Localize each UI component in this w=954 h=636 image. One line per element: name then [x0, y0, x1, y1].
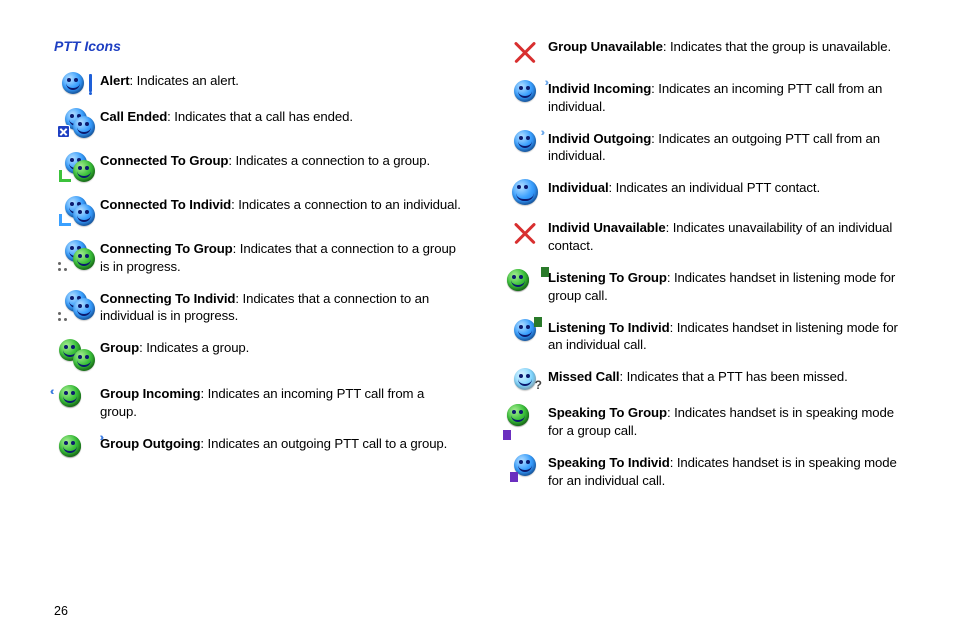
right-column: Group Unavailable: Indicates that the gr…: [502, 38, 910, 616]
item-text: Connected To Group: Indicates a connecti…: [100, 152, 430, 170]
section-heading: PTT Icons: [54, 38, 462, 54]
item-group-unavailable: Group Unavailable: Indicates that the gr…: [502, 38, 910, 66]
item-individ-incoming: ›› Individ Incoming: Indicates an incomi…: [502, 80, 910, 116]
individual-icon: [502, 179, 548, 205]
item-group-outgoing: ›› Group Outgoing: Indicates an outgoing…: [54, 435, 462, 467]
item-text: Alert: Indicates an alert.: [100, 72, 239, 90]
group-icon: [54, 339, 100, 371]
connected-individ-icon: [54, 196, 100, 226]
item-text: Speaking To Group: Indicates handset is …: [548, 404, 910, 440]
item-individual: Individual: Indicates an individual PTT …: [502, 179, 910, 205]
speaking-individ-icon: [502, 454, 548, 476]
item-connected-individ: Connected To Individ: Indicates a connec…: [54, 196, 462, 226]
item-text: Group: Indicates a group.: [100, 339, 249, 357]
item-listening-individ: Listening To Individ: Indicates handset …: [502, 319, 910, 355]
group-unavailable-icon: [502, 38, 548, 66]
item-text: Individual: Indicates an individual PTT …: [548, 179, 820, 197]
connecting-group-icon: [54, 240, 100, 270]
item-connecting-group: Connecting To Group: Indicates that a co…: [54, 240, 462, 276]
item-connected-group: Connected To Group: Indicates a connecti…: [54, 152, 462, 182]
item-text: Speaking To Individ: Indicates handset i…: [548, 454, 910, 490]
left-column: PTT Icons Alert: Indicates an alert. Cal…: [54, 38, 462, 616]
item-text: Missed Call: Indicates that a PTT has be…: [548, 368, 848, 386]
item-text: Group Unavailable: Indicates that the gr…: [548, 38, 891, 56]
speaking-group-icon: [502, 404, 548, 436]
group-outgoing-icon: ››: [54, 435, 100, 467]
item-alert: Alert: Indicates an alert.: [54, 72, 462, 94]
item-individ-outgoing: ›› Individ Outgoing: Indicates an outgoi…: [502, 130, 910, 166]
item-text: Listening To Group: Indicates handset in…: [548, 269, 910, 305]
item-text: Group Outgoing: Indicates an outgoing PT…: [100, 435, 447, 453]
listening-group-icon: [502, 269, 548, 301]
item-text: Connected To Individ: Indicates a connec…: [100, 196, 461, 214]
call-ended-icon: [54, 108, 100, 138]
group-incoming-icon: ››: [54, 385, 100, 417]
item-speaking-individ: Speaking To Individ: Indicates handset i…: [502, 454, 910, 490]
connecting-individ-icon: [54, 290, 100, 320]
individ-outgoing-icon: ››: [502, 130, 548, 152]
item-text: Group Incoming: Indicates an incoming PT…: [100, 385, 462, 421]
alert-icon: [54, 72, 100, 94]
item-text: Call Ended: Indicates that a call has en…: [100, 108, 353, 126]
item-speaking-group: Speaking To Group: Indicates handset is …: [502, 404, 910, 440]
page-number: 26: [54, 604, 68, 618]
item-connecting-individ: Connecting To Individ: Indicates that a …: [54, 290, 462, 326]
individ-incoming-icon: ››: [502, 80, 548, 102]
missed-call-icon: ?: [502, 368, 548, 390]
item-group-incoming: ›› Group Incoming: Indicates an incoming…: [54, 385, 462, 421]
connected-group-icon: [54, 152, 100, 182]
item-text: Individ Outgoing: Indicates an outgoing …: [548, 130, 910, 166]
individ-unavailable-icon: [502, 219, 548, 247]
item-individ-unavailable: Individ Unavailable: Indicates unavailab…: [502, 219, 910, 255]
item-listening-group: Listening To Group: Indicates handset in…: [502, 269, 910, 305]
listening-individ-icon: [502, 319, 548, 341]
item-text: Connecting To Group: Indicates that a co…: [100, 240, 462, 276]
item-group: Group: Indicates a group.: [54, 339, 462, 371]
page: PTT Icons Alert: Indicates an alert. Cal…: [0, 0, 954, 636]
item-text: Connecting To Individ: Indicates that a …: [100, 290, 462, 326]
item-text: Individ Incoming: Indicates an incoming …: [548, 80, 910, 116]
item-text: Listening To Individ: Indicates handset …: [548, 319, 910, 355]
item-text: Individ Unavailable: Indicates unavailab…: [548, 219, 910, 255]
item-missed-call: ? Missed Call: Indicates that a PTT has …: [502, 368, 910, 390]
item-call-ended: Call Ended: Indicates that a call has en…: [54, 108, 462, 138]
